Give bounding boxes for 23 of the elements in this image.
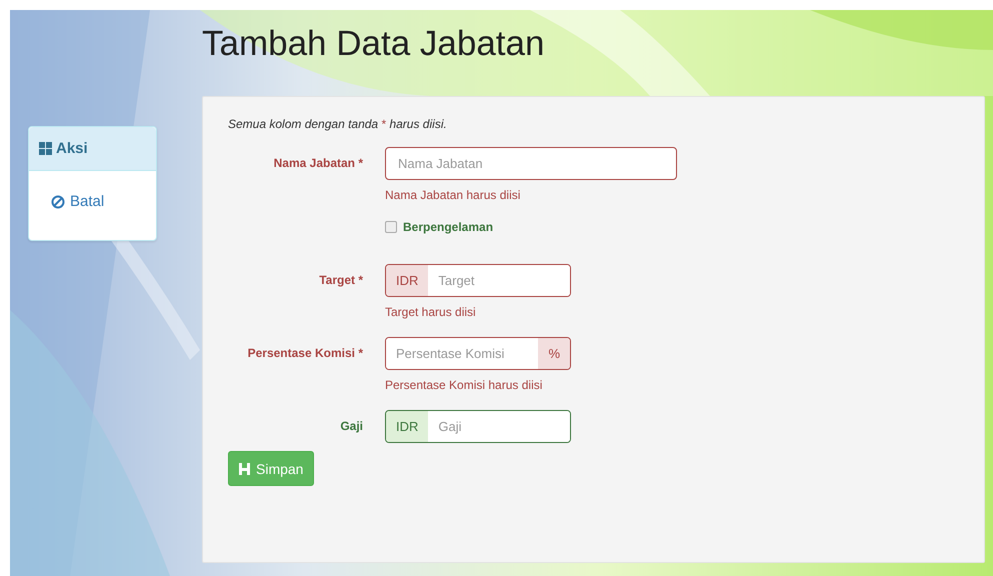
field-label: Target * — [319, 272, 363, 289]
cancel-link[interactable]: Batal — [51, 193, 104, 210]
grid-icon — [39, 142, 52, 155]
ban-icon — [51, 194, 65, 208]
input-field[interactable]: IDR Gaji — [385, 410, 571, 443]
required-note: Semua kolom dengan tanda * harus diisi. — [228, 117, 448, 131]
field-label: Gaji — [340, 418, 363, 435]
percent-addon: % — [538, 338, 570, 369]
input-field[interactable]: Persentase Komisi % — [385, 337, 571, 370]
text-field[interactable]: Nama Jabatan — [385, 147, 677, 180]
input-field[interactable]: IDR Target — [385, 264, 571, 297]
floppy-icon — [239, 462, 250, 474]
field-label: Persentase Komisi * — [248, 345, 363, 362]
save-button[interactable]: Simpan — [228, 451, 314, 486]
page-title: Tambah Data Jabatan — [202, 23, 546, 65]
field-label: Nama Jabatan * — [274, 155, 363, 172]
card-heading: Aksi — [56, 140, 88, 157]
error-message: Nama Jabatan harus diisi — [385, 188, 522, 202]
currency-addon: IDR — [386, 265, 428, 296]
currency-addon: IDR — [386, 411, 428, 442]
experience-checkbox[interactable]: Berpengelaman — [385, 220, 984, 234]
error-message: Target harus diisi — [385, 305, 477, 319]
error-message: Persentase Komisi harus diisi — [385, 378, 544, 392]
